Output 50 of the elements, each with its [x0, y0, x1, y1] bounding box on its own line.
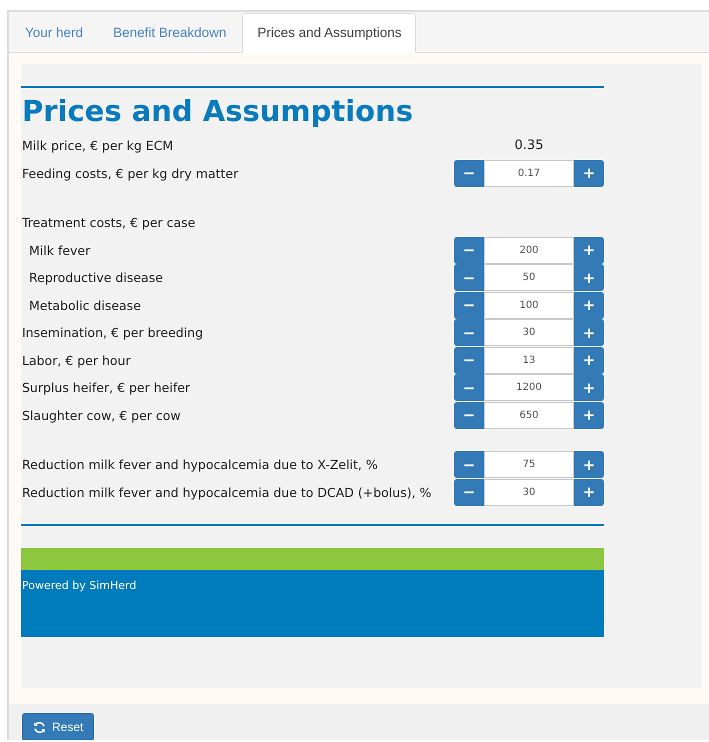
page-title: Prices and Assumptions	[22, 94, 414, 128]
decrement-button[interactable]: −	[454, 402, 484, 429]
number-field[interactable]: 75	[484, 451, 574, 478]
reset-button[interactable]: Reset	[22, 713, 94, 740]
field-label: Reduction milk fever and hypocalcemia due to DCAD (+bolus), %	[21, 484, 432, 500]
increment-button[interactable]: +	[574, 160, 604, 187]
footer-text: Powered by SimHerd	[21, 579, 136, 592]
increment-button[interactable]: +	[574, 478, 604, 506]
decrement-button[interactable]: −	[454, 160, 484, 187]
field-label: Reduction milk fever and hypocalcemia due to X-Zelit, %	[21, 457, 378, 472]
decrement-button[interactable]: −	[454, 478, 484, 506]
value-text: 0.35	[514, 138, 544, 154]
number-field[interactable]: 0.17	[484, 160, 574, 187]
number-field[interactable]: 50	[484, 264, 574, 292]
field-label: Insemination, € per breeding	[21, 325, 204, 340]
number-field[interactable]: 100	[484, 292, 574, 319]
decrement-button[interactable]: −	[454, 236, 484, 264]
increment-button[interactable]: +	[574, 402, 604, 429]
group-label: Treatment costs, € per case	[21, 215, 196, 230]
tab[interactable]: Prices and Assumptions	[242, 13, 416, 53]
decrement-button[interactable]: −	[454, 264, 484, 292]
field-label: Feeding costs, € per kg dry matter	[21, 166, 238, 181]
number-field[interactable]: 13	[484, 346, 574, 374]
field-label: Milk fever	[28, 242, 90, 258]
tab[interactable]: Benefit Breakdown	[99, 14, 240, 52]
increment-button[interactable]: +	[574, 451, 604, 478]
decrement-button[interactable]: −	[454, 374, 484, 402]
decrement-button[interactable]: −	[454, 346, 484, 374]
tab[interactable]: Your herd	[11, 14, 98, 52]
increment-button[interactable]: +	[574, 292, 604, 319]
increment-button[interactable]: +	[574, 236, 604, 264]
field-label: Slaughter cow, € per cow	[21, 408, 181, 423]
decrement-button[interactable]: −	[454, 292, 484, 319]
field-label: Surplus heifer, € per heifer	[21, 380, 190, 396]
increment-button[interactable]: +	[574, 346, 604, 374]
increment-button[interactable]: +	[574, 374, 604, 402]
decrement-button[interactable]: −	[454, 451, 484, 478]
number-field[interactable]: 30	[484, 319, 574, 346]
number-field[interactable]: 1200	[484, 374, 574, 402]
field-label: Reproductive disease	[28, 270, 163, 286]
decrement-button[interactable]: −	[454, 319, 484, 346]
number-field[interactable]: 30	[484, 478, 574, 506]
number-field[interactable]: 650	[484, 402, 574, 429]
field-label: Milk price, € per kg ECM	[21, 138, 174, 154]
number-field[interactable]: 200	[484, 236, 574, 264]
increment-button[interactable]: +	[574, 264, 604, 292]
field-label: Metabolic disease	[28, 298, 141, 313]
increment-button[interactable]: +	[574, 319, 604, 346]
refresh-icon	[33, 720, 46, 734]
field-label: Labor, € per hour	[21, 352, 131, 368]
